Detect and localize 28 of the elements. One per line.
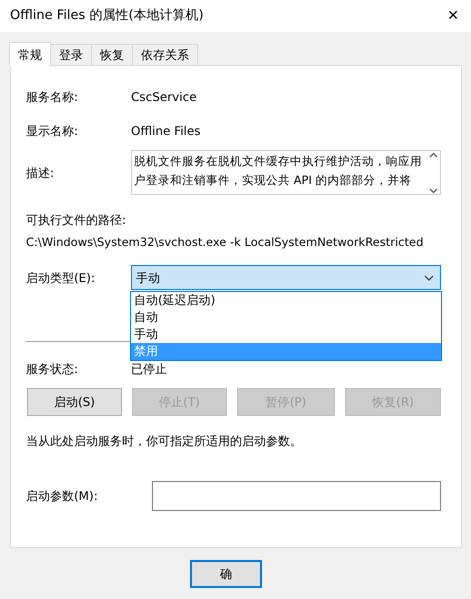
scroll-up-icon[interactable]	[428, 152, 438, 158]
tab[interactable]: 常规	[9, 42, 51, 66]
field-label: 启动参数(M):	[26, 488, 99, 506]
tab[interactable]: 依存关系	[132, 44, 198, 65]
close-button[interactable]: ✕	[443, 6, 463, 26]
field-value: CscService	[131, 89, 197, 106]
service-button[interactable]: 启动(S)	[27, 388, 122, 416]
field-label: 可执行文件的路径:	[26, 212, 128, 229]
field-label: 显示名称:	[26, 123, 80, 140]
dropdown-option[interactable]: 自动	[131, 309, 441, 326]
chevron-down-icon	[424, 275, 434, 282]
dropdown-value: 手动	[136, 270, 160, 287]
dropdown-option[interactable]: 手动	[131, 326, 441, 343]
scroll-down-icon[interactable]	[428, 188, 438, 194]
start-params-field[interactable]	[152, 481, 441, 512]
field-value: 已停止	[131, 361, 167, 378]
ok-button[interactable]: 确	[190, 560, 262, 588]
window-title: Offline Files 的属性(本地计算机)	[10, 7, 204, 26]
field-label: 服务名称:	[26, 89, 80, 106]
field-label: 描述:	[26, 164, 56, 182]
field-value: Offline Files	[131, 123, 201, 140]
field-label: 服务状态:	[26, 361, 80, 378]
description-text: 脱机文件服务在脱机文件缓存中执行维护活动，响应用户登录和注销事件，实现公共 API 的内部部分，并将	[134, 153, 423, 189]
dropdown-option[interactable]: 自动(延迟启动)	[131, 292, 441, 309]
hint-text: 当从此处启动服务时，你可指定所适用的启动参数。	[26, 433, 303, 450]
startup-type-dropdown[interactable]: 手动	[131, 265, 441, 290]
field-label: 启动类型(E):	[26, 270, 96, 287]
field-value: C:\Windows\System32\svchost.exe -k LocalSystemNetworkRestricted	[26, 234, 424, 251]
